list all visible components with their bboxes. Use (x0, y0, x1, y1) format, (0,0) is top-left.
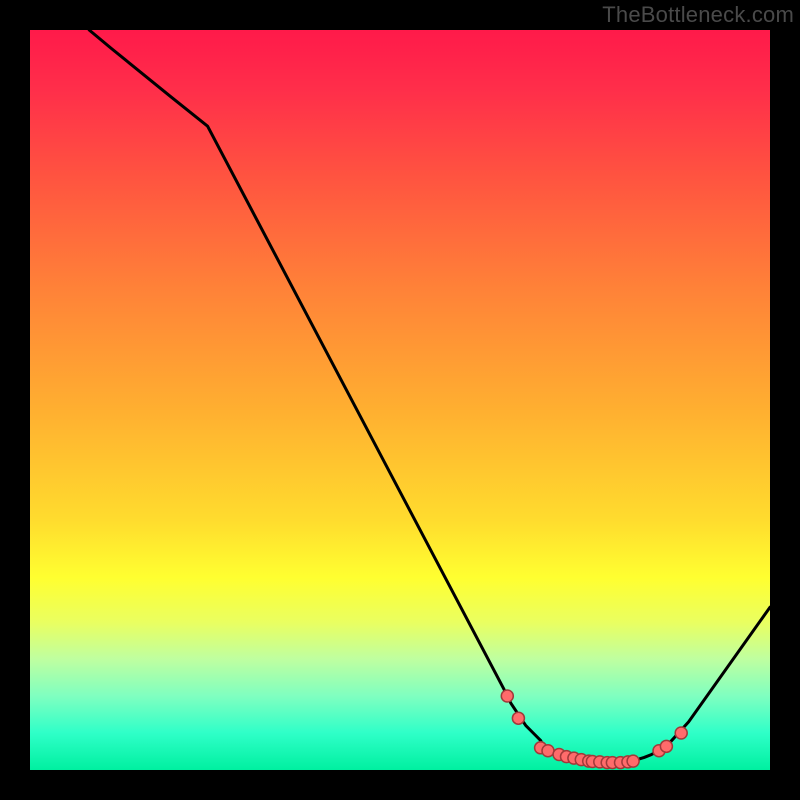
chart-gradient-background (30, 30, 770, 770)
watermark-text: TheBottleneck.com (602, 2, 794, 28)
chart-frame: TheBottleneck.com (0, 0, 800, 800)
